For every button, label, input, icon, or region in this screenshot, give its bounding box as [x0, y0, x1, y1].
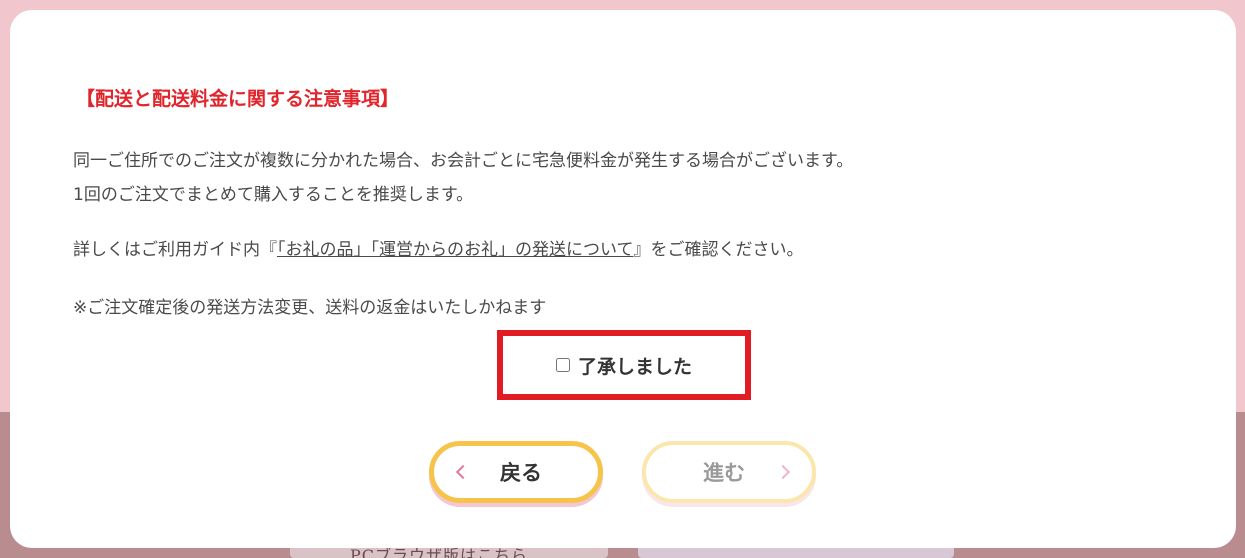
agree-checkbox-label[interactable]: 了承しました	[578, 352, 692, 379]
agree-checkbox-box[interactable]: 了承しました	[497, 330, 751, 400]
notice-line-2: 1回のご注文でまとめて購入することを推奨します。	[73, 185, 474, 205]
back-button[interactable]: 戻る	[429, 441, 603, 503]
notice-no-refund-note: ※ご注文確定後の発送方法変更、送料の返金はいたしかねます	[73, 298, 547, 318]
notice-title: 【配送と配送料金に関する注意事項】	[76, 88, 400, 110]
guide-prefix: 詳しくはご利用ガイド内『	[73, 240, 277, 260]
notice-paragraph-guide: 詳しくはご利用ガイド内『「お礼の品」「運営からのお礼」の発送について』をご確認く…	[73, 233, 804, 267]
agree-checkbox[interactable]	[555, 358, 570, 372]
guide-suffix: 』をご確認ください。	[633, 240, 804, 260]
back-button-label: 戻る	[500, 461, 542, 485]
guide-link[interactable]: 「お礼の品」「運営からのお礼」の発送について	[277, 240, 634, 260]
next-button[interactable]: 進む	[642, 441, 816, 503]
notice-paragraph-shipping: 同一ご住所でのご注文が複数に分かれた場合、お会計ごとに宅急便料金が発生する場合が…	[73, 144, 853, 212]
notice-modal: 【配送と配送料金に関する注意事項】 同一ご住所でのご注文が複数に分かれた場合、お…	[10, 10, 1236, 548]
notice-line-1: 同一ご住所でのご注文が複数に分かれた場合、お会計ごとに宅急便料金が発生する場合が…	[73, 151, 854, 171]
